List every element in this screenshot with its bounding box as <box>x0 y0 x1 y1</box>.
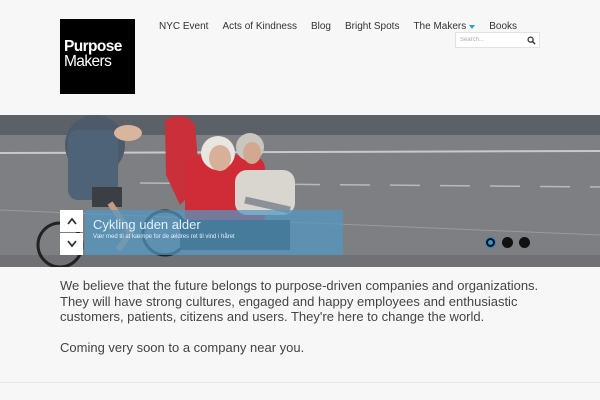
logo-line-2: Makers <box>64 53 112 70</box>
nav-item-acts-of-kindness[interactable]: Acts of Kindness <box>222 21 296 32</box>
slide-next-button[interactable] <box>60 233 83 255</box>
nav-item-books[interactable]: Books <box>489 21 517 32</box>
intro-paragraph: We believe that the future belongs to pu… <box>60 278 539 324</box>
search-icon[interactable] <box>524 33 538 47</box>
purpose-makers-logo[interactable]: Purpose Makers <box>60 19 135 94</box>
chevron-down-icon <box>66 240 77 248</box>
chevron-down-icon <box>469 24 476 29</box>
coming-soon-text: Coming very soon to a company near you. <box>60 340 305 355</box>
hero-slider: Cykling uden alder Vær med til at kæmpe … <box>0 115 600 267</box>
chevron-up-icon <box>66 217 77 225</box>
nav-item-blog[interactable]: Blog <box>311 21 331 32</box>
nav-item-the-makers-label: The Makers <box>413 20 467 32</box>
slide-prev-button[interactable] <box>60 210 83 232</box>
nav-item-bright-spots[interactable]: Bright Spots <box>345 21 399 32</box>
slider-dot-1[interactable] <box>485 237 496 248</box>
logo-line-1: Purpose <box>64 38 122 55</box>
search-input[interactable] <box>456 33 524 47</box>
nav-item-nyc-event[interactable]: NYC Event <box>159 21 208 32</box>
slide-caption[interactable]: Cykling uden alder Vær med til at kæmpe … <box>85 210 343 255</box>
divider <box>0 382 600 383</box>
site-header: Purpose Makers NYC Event Acts of Kindnes… <box>0 0 600 115</box>
slide-caption-title: Cykling uden alder <box>93 217 201 232</box>
slider-dot-2[interactable] <box>502 237 513 248</box>
search-box <box>455 32 540 48</box>
intro-text: We believe that the future belongs to pu… <box>60 278 540 356</box>
slider-pagination <box>485 237 536 248</box>
slide-caption-subtitle: Vær med til at kæmpe for de ældres ret t… <box>93 234 235 240</box>
nav-item-the-makers[interactable]: The Makers <box>413 20 476 32</box>
slider-dot-3[interactable] <box>519 237 530 248</box>
